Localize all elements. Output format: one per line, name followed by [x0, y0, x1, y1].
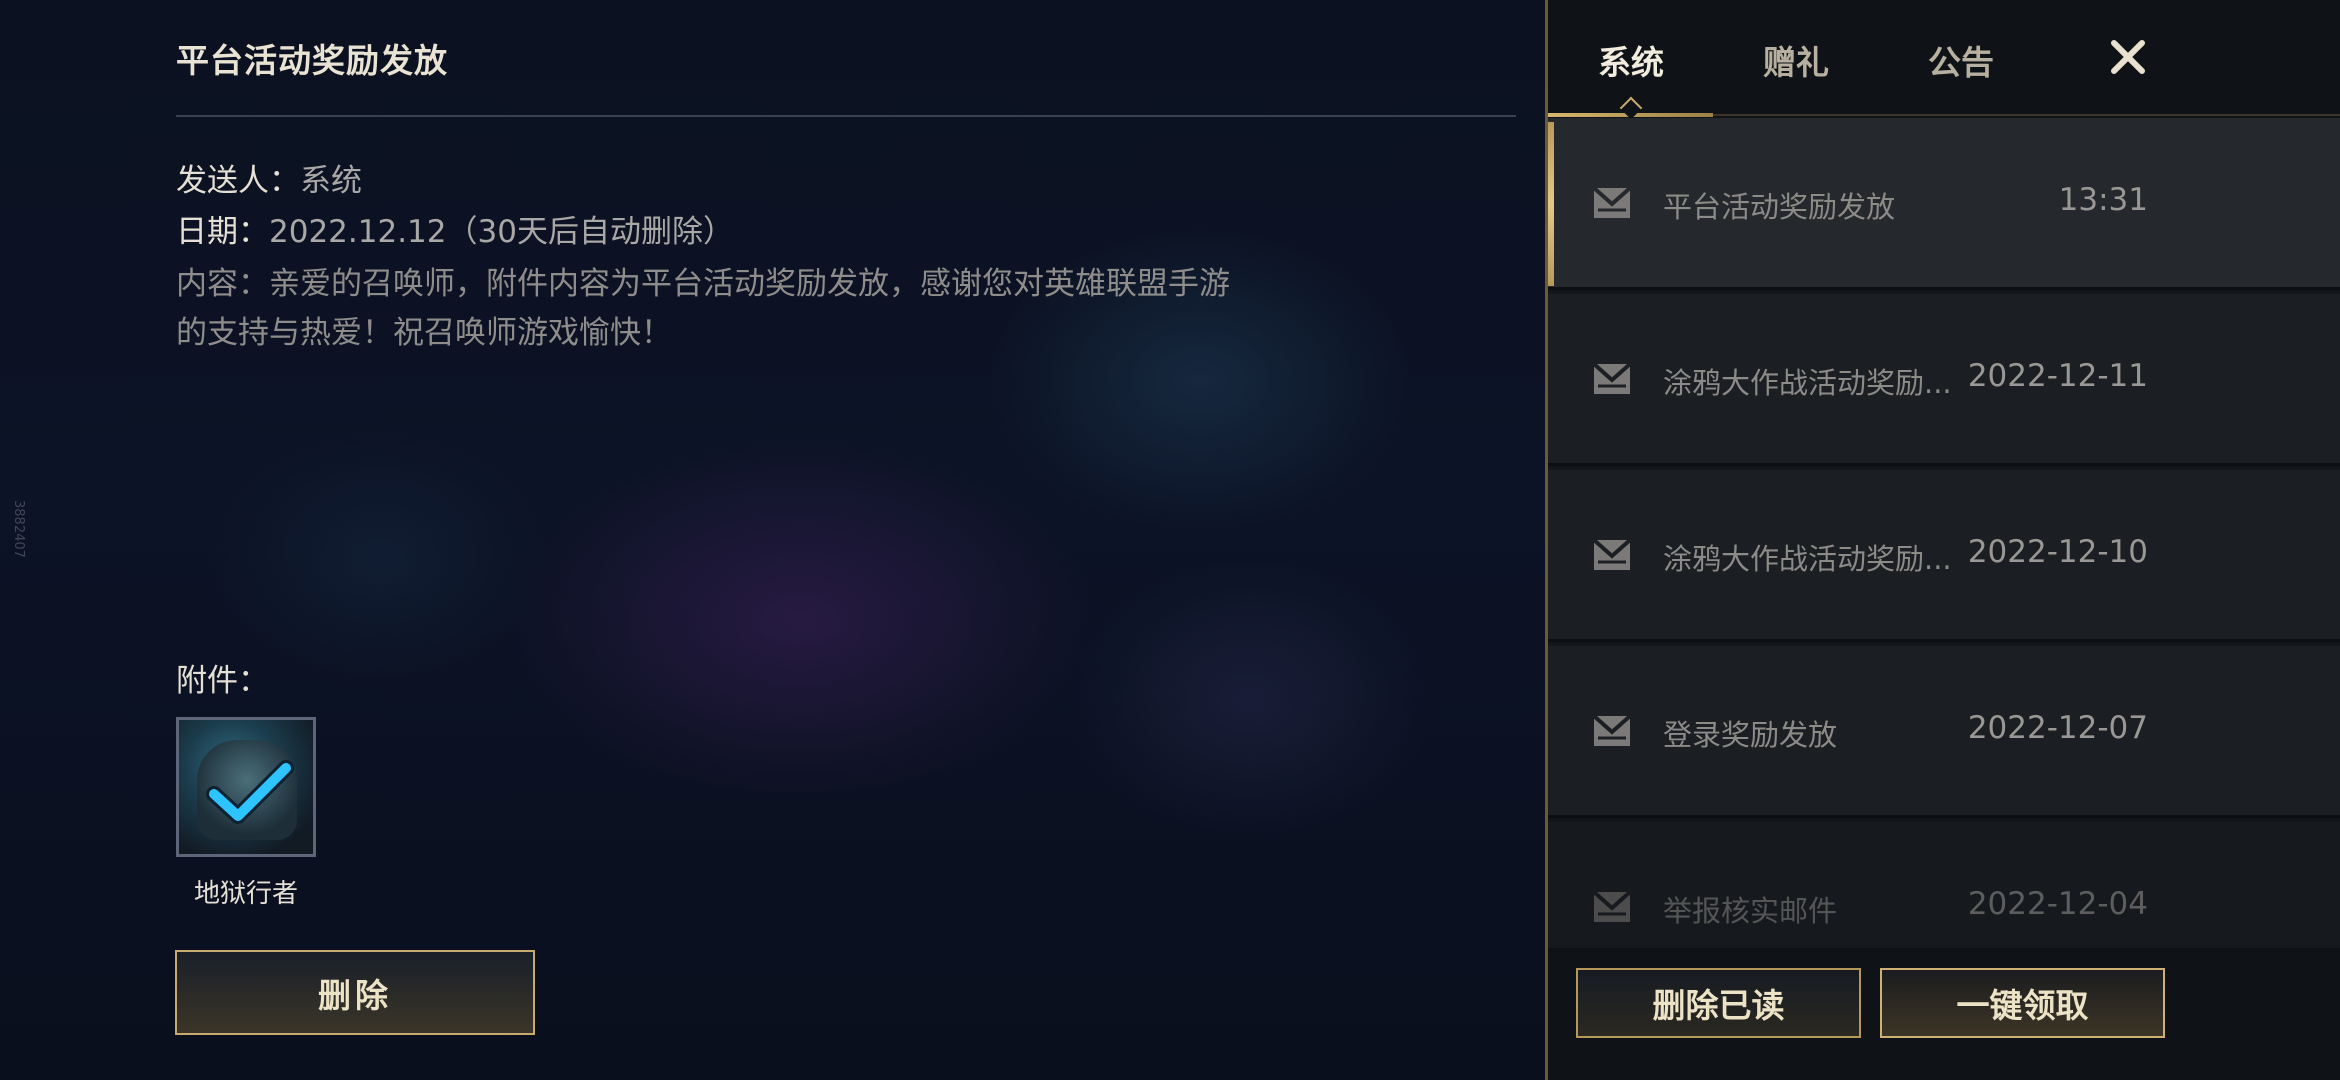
claim-all-button[interactable]: 一键领取: [1880, 968, 2165, 1038]
mail-content: 内容：亲爱的召唤师，附件内容为平台活动奖励发放，感谢您对英雄联盟手游 的支持与热…: [176, 260, 1276, 358]
mail-list: 平台活动奖励发放 13:31 涂鸦大作战活动奖励... 2022-12-11 涂…: [1548, 118, 2340, 948]
sender-label: 发送人：: [176, 163, 300, 199]
envelope-icon: [1592, 714, 1632, 746]
mail-row[interactable]: 涂鸦大作战活动奖励... 2022-12-10: [1548, 470, 2340, 642]
sender-value: 系统: [300, 163, 362, 199]
close-icon[interactable]: [2108, 37, 2148, 77]
mail-row[interactable]: 举报核实邮件 2022-12-04: [1548, 822, 2340, 948]
tab-bar: 系统 赠礼 公告: [1548, 0, 2340, 120]
mail-date: 2022-12-10: [1967, 534, 2148, 570]
mail-date: 2022-12-11: [1967, 358, 2148, 394]
mail-subject: 登录奖励发放: [1663, 718, 1838, 752]
mail-list-panel: 系统 赠礼 公告 平台活动奖励发放 13:31 涂鸦大作战活动奖励... 202…: [1545, 0, 2340, 1080]
mail-detail-panel: 3882407 平台活动奖励发放 发送人：系统 日期：2022.12.12（30…: [0, 0, 1545, 1080]
envelope-icon: [1592, 890, 1632, 922]
mail-date: 13:31: [2058, 182, 2148, 218]
mail-row[interactable]: 涂鸦大作战活动奖励... 2022-12-11: [1548, 294, 2340, 466]
attachment-name: 地狱行者: [193, 879, 298, 909]
mail-subject: 涂鸦大作战活动奖励...: [1663, 542, 1952, 576]
mail-row[interactable]: 登录奖励发放 2022-12-07: [1548, 646, 2340, 818]
delete-read-button[interactable]: 删除已读: [1576, 968, 1861, 1038]
delete-button[interactable]: 删除: [175, 950, 535, 1035]
mail-date: 2022-12-04: [1967, 886, 2148, 922]
side-id-text: 3882407: [11, 500, 26, 558]
date-label: 日期：: [176, 214, 269, 250]
mail-screen: 3882407 平台活动奖励发放 发送人：系统 日期：2022.12.12（30…: [0, 0, 2340, 1080]
date-value: 2022.12.12（30天后自动删除）: [269, 214, 734, 250]
content-line-1: 内容：亲爱的召唤师，附件内容为平台活动奖励发放，感谢您对英雄联盟手游: [176, 266, 1230, 302]
content-line-2: 的支持与热爱！祝召唤师游戏愉快！: [176, 315, 672, 351]
tab-system[interactable]: 系统: [1598, 36, 1664, 84]
mail-subject: 平台活动奖励发放: [1663, 190, 1896, 224]
mail-subject: 举报核实邮件: [1663, 894, 1838, 928]
tab-notice[interactable]: 公告: [1928, 36, 1994, 84]
mail-date: 2022-12-07: [1967, 710, 2148, 746]
mail-subject: 涂鸦大作战活动奖励...: [1663, 366, 1952, 400]
check-icon: [206, 760, 294, 824]
title-divider: [176, 115, 1516, 117]
envelope-icon: [1592, 538, 1632, 570]
envelope-icon: [1592, 186, 1632, 218]
envelope-icon: [1592, 362, 1632, 394]
mail-row[interactable]: 平台活动奖励发放 13:31: [1548, 118, 2340, 290]
attachment-item[interactable]: [176, 717, 316, 857]
tab-gift[interactable]: 赠礼: [1763, 36, 1829, 84]
mail-title: 平台活动奖励发放: [176, 41, 448, 80]
attachment-label: 附件：: [176, 663, 269, 699]
date-line: 日期：2022.12.12（30天后自动删除）: [176, 206, 734, 251]
sender-line: 发送人：系统: [176, 155, 362, 200]
